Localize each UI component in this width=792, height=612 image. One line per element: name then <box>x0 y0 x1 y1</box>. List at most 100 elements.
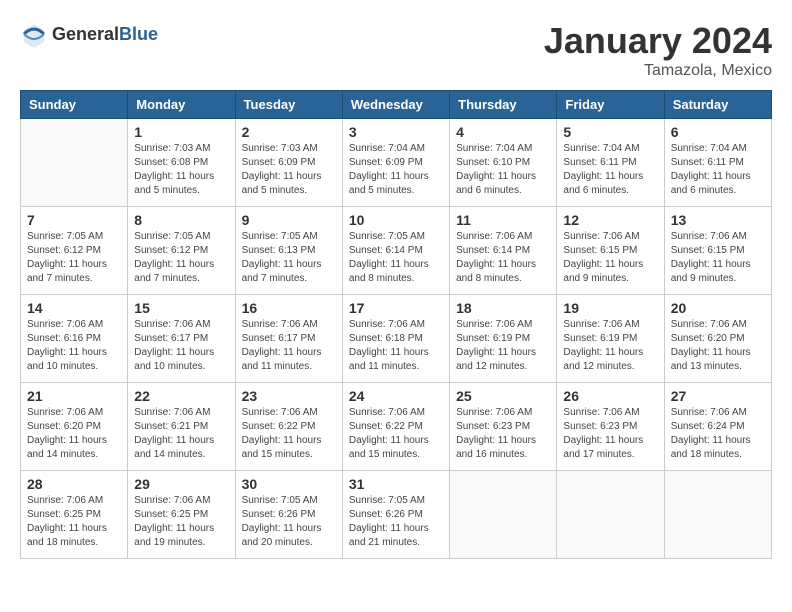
day-number: 1 <box>134 124 228 140</box>
day-number: 19 <box>563 300 657 316</box>
day-number: 5 <box>563 124 657 140</box>
table-row: 19 Sunrise: 7:06 AMSunset: 6:19 PMDaylig… <box>557 295 664 383</box>
calendar-title: January 2024 <box>544 20 772 62</box>
calendar-header-row: Sunday Monday Tuesday Wednesday Thursday… <box>21 91 772 119</box>
table-row: 4 Sunrise: 7:04 AMSunset: 6:10 PMDayligh… <box>450 119 557 207</box>
col-monday: Monday <box>128 91 235 119</box>
title-section: January 2024 Tamazola, Mexico <box>544 20 772 80</box>
day-info: Sunrise: 7:03 AMSunset: 6:09 PMDaylight:… <box>242 142 336 198</box>
calendar-week-row: 1 Sunrise: 7:03 AMSunset: 6:08 PMDayligh… <box>21 119 772 207</box>
day-number: 4 <box>456 124 550 140</box>
day-number: 18 <box>456 300 550 316</box>
day-number: 11 <box>456 212 550 228</box>
table-row: 21 Sunrise: 7:06 AMSunset: 6:20 PMDaylig… <box>21 383 128 471</box>
day-number: 8 <box>134 212 228 228</box>
table-row: 31 Sunrise: 7:05 AMSunset: 6:26 PMDaylig… <box>342 471 449 559</box>
day-info: Sunrise: 7:04 AMSunset: 6:11 PMDaylight:… <box>563 142 657 198</box>
page-header: GeneralBlue January 2024 Tamazola, Mexic… <box>20 20 772 80</box>
table-row: 9 Sunrise: 7:05 AMSunset: 6:13 PMDayligh… <box>235 207 342 295</box>
table-row: 26 Sunrise: 7:06 AMSunset: 6:23 PMDaylig… <box>557 383 664 471</box>
day-number: 30 <box>242 476 336 492</box>
col-thursday: Thursday <box>450 91 557 119</box>
day-info: Sunrise: 7:04 AMSunset: 6:09 PMDaylight:… <box>349 142 443 198</box>
col-tuesday: Tuesday <box>235 91 342 119</box>
table-row: 29 Sunrise: 7:06 AMSunset: 6:25 PMDaylig… <box>128 471 235 559</box>
day-info: Sunrise: 7:06 AMSunset: 6:24 PMDaylight:… <box>671 406 765 462</box>
table-row: 12 Sunrise: 7:06 AMSunset: 6:15 PMDaylig… <box>557 207 664 295</box>
calendar-week-row: 28 Sunrise: 7:06 AMSunset: 6:25 PMDaylig… <box>21 471 772 559</box>
calendar-week-row: 21 Sunrise: 7:06 AMSunset: 6:20 PMDaylig… <box>21 383 772 471</box>
col-saturday: Saturday <box>664 91 771 119</box>
day-number: 25 <box>456 388 550 404</box>
day-number: 6 <box>671 124 765 140</box>
day-number: 28 <box>27 476 121 492</box>
day-info: Sunrise: 7:05 AMSunset: 6:26 PMDaylight:… <box>242 494 336 550</box>
table-row: 22 Sunrise: 7:06 AMSunset: 6:21 PMDaylig… <box>128 383 235 471</box>
table-row: 25 Sunrise: 7:06 AMSunset: 6:23 PMDaylig… <box>450 383 557 471</box>
table-row: 2 Sunrise: 7:03 AMSunset: 6:09 PMDayligh… <box>235 119 342 207</box>
table-row: 20 Sunrise: 7:06 AMSunset: 6:20 PMDaylig… <box>664 295 771 383</box>
day-number: 29 <box>134 476 228 492</box>
day-info: Sunrise: 7:06 AMSunset: 6:14 PMDaylight:… <box>456 230 550 286</box>
table-row: 16 Sunrise: 7:06 AMSunset: 6:17 PMDaylig… <box>235 295 342 383</box>
day-info: Sunrise: 7:05 AMSunset: 6:12 PMDaylight:… <box>27 230 121 286</box>
day-number: 15 <box>134 300 228 316</box>
day-number: 7 <box>27 212 121 228</box>
table-row <box>450 471 557 559</box>
day-info: Sunrise: 7:06 AMSunset: 6:15 PMDaylight:… <box>563 230 657 286</box>
table-row: 17 Sunrise: 7:06 AMSunset: 6:18 PMDaylig… <box>342 295 449 383</box>
table-row: 28 Sunrise: 7:06 AMSunset: 6:25 PMDaylig… <box>21 471 128 559</box>
day-info: Sunrise: 7:06 AMSunset: 6:25 PMDaylight:… <box>27 494 121 550</box>
day-info: Sunrise: 7:04 AMSunset: 6:10 PMDaylight:… <box>456 142 550 198</box>
table-row: 23 Sunrise: 7:06 AMSunset: 6:22 PMDaylig… <box>235 383 342 471</box>
table-row: 6 Sunrise: 7:04 AMSunset: 6:11 PMDayligh… <box>664 119 771 207</box>
col-wednesday: Wednesday <box>342 91 449 119</box>
day-number: 26 <box>563 388 657 404</box>
day-number: 20 <box>671 300 765 316</box>
table-row: 10 Sunrise: 7:05 AMSunset: 6:14 PMDaylig… <box>342 207 449 295</box>
logo-text-blue: Blue <box>119 24 158 44</box>
day-info: Sunrise: 7:06 AMSunset: 6:22 PMDaylight:… <box>349 406 443 462</box>
day-number: 2 <box>242 124 336 140</box>
table-row: 3 Sunrise: 7:04 AMSunset: 6:09 PMDayligh… <box>342 119 449 207</box>
logo-icon <box>20 20 48 48</box>
table-row <box>21 119 128 207</box>
day-info: Sunrise: 7:06 AMSunset: 6:20 PMDaylight:… <box>27 406 121 462</box>
calendar-table: Sunday Monday Tuesday Wednesday Thursday… <box>20 90 772 559</box>
day-number: 27 <box>671 388 765 404</box>
day-number: 9 <box>242 212 336 228</box>
calendar-week-row: 14 Sunrise: 7:06 AMSunset: 6:16 PMDaylig… <box>21 295 772 383</box>
day-info: Sunrise: 7:05 AMSunset: 6:14 PMDaylight:… <box>349 230 443 286</box>
day-info: Sunrise: 7:06 AMSunset: 6:17 PMDaylight:… <box>134 318 228 374</box>
day-info: Sunrise: 7:06 AMSunset: 6:22 PMDaylight:… <box>242 406 336 462</box>
table-row: 11 Sunrise: 7:06 AMSunset: 6:14 PMDaylig… <box>450 207 557 295</box>
day-info: Sunrise: 7:06 AMSunset: 6:19 PMDaylight:… <box>563 318 657 374</box>
day-number: 12 <box>563 212 657 228</box>
day-number: 3 <box>349 124 443 140</box>
calendar-subtitle: Tamazola, Mexico <box>544 62 772 80</box>
logo-text-general: General <box>52 24 119 44</box>
day-info: Sunrise: 7:06 AMSunset: 6:21 PMDaylight:… <box>134 406 228 462</box>
table-row: 7 Sunrise: 7:05 AMSunset: 6:12 PMDayligh… <box>21 207 128 295</box>
table-row: 8 Sunrise: 7:05 AMSunset: 6:12 PMDayligh… <box>128 207 235 295</box>
logo: GeneralBlue <box>20 20 158 48</box>
table-row: 27 Sunrise: 7:06 AMSunset: 6:24 PMDaylig… <box>664 383 771 471</box>
day-number: 21 <box>27 388 121 404</box>
col-friday: Friday <box>557 91 664 119</box>
day-info: Sunrise: 7:03 AMSunset: 6:08 PMDaylight:… <box>134 142 228 198</box>
calendar-week-row: 7 Sunrise: 7:05 AMSunset: 6:12 PMDayligh… <box>21 207 772 295</box>
table-row: 1 Sunrise: 7:03 AMSunset: 6:08 PMDayligh… <box>128 119 235 207</box>
day-info: Sunrise: 7:05 AMSunset: 6:13 PMDaylight:… <box>242 230 336 286</box>
day-number: 17 <box>349 300 443 316</box>
table-row: 13 Sunrise: 7:06 AMSunset: 6:15 PMDaylig… <box>664 207 771 295</box>
table-row: 15 Sunrise: 7:06 AMSunset: 6:17 PMDaylig… <box>128 295 235 383</box>
day-number: 24 <box>349 388 443 404</box>
table-row: 24 Sunrise: 7:06 AMSunset: 6:22 PMDaylig… <box>342 383 449 471</box>
day-info: Sunrise: 7:05 AMSunset: 6:26 PMDaylight:… <box>349 494 443 550</box>
day-info: Sunrise: 7:06 AMSunset: 6:15 PMDaylight:… <box>671 230 765 286</box>
day-number: 16 <box>242 300 336 316</box>
table-row: 5 Sunrise: 7:04 AMSunset: 6:11 PMDayligh… <box>557 119 664 207</box>
day-info: Sunrise: 7:06 AMSunset: 6:25 PMDaylight:… <box>134 494 228 550</box>
col-sunday: Sunday <box>21 91 128 119</box>
table-row <box>664 471 771 559</box>
